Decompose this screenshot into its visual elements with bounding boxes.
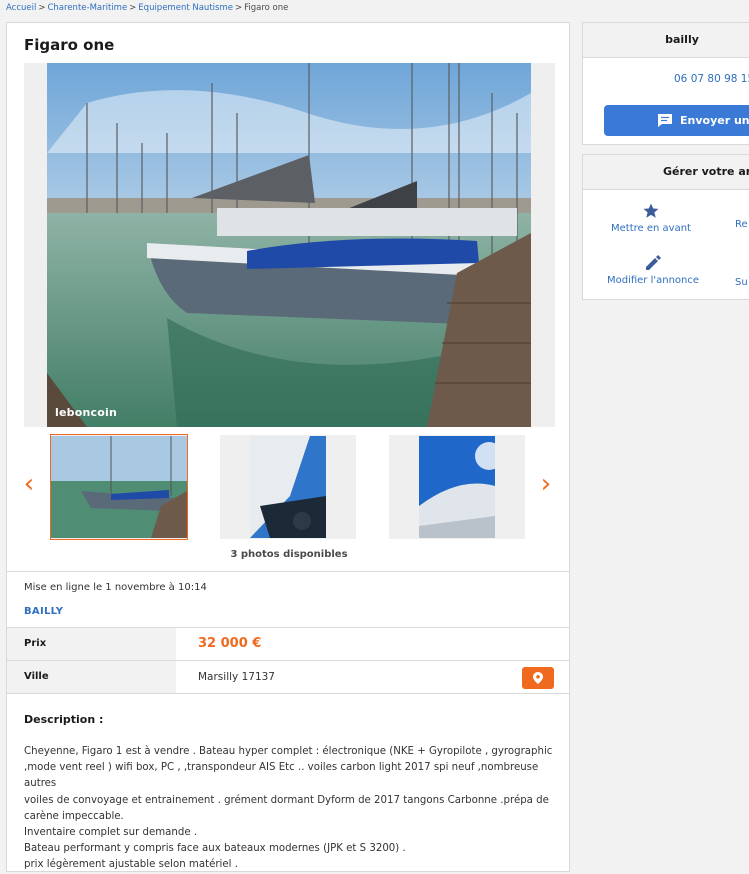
description-line: prix légèrement ajustable selon matériel… [24,859,238,871]
breadcrumb-category[interactable]: Equipement Nautisme [138,3,233,13]
breadcrumb-separator: > [129,3,137,13]
photos-count: 3 photos disponibles [230,549,348,560]
city-row: Ville Marsilly 17137 [7,661,569,693]
publish-date: Mise en ligne le 1 novembre à 10:14 [24,582,207,593]
repost-label: Re [735,219,748,230]
description-line: carène impeccable. [24,810,124,822]
feature-ad-label: Mettre en avant [611,223,691,234]
contact-name: bailly [583,23,749,58]
description-line: Bateau performant y compris face aux bat… [24,843,406,855]
listing-card: Figaro one leboncoin ‹ › 3 photos dispon… [6,22,570,872]
city-value: Marsilly 17137 [198,671,275,683]
map-button[interactable] [522,667,554,689]
thumbnail-3[interactable] [389,435,525,539]
breadcrumb: Accueil > Charente-Maritime > Equipement Nau… [6,3,288,13]
breadcrumb-home[interactable]: Accueil [6,3,36,13]
thumbnail-2[interactable] [220,435,356,539]
description-line: Cheyenne, Figaro 1 est à vendre . Bateau… [24,746,553,757]
description: Cheyenne, Figaro 1 est à vendre . Bateau… [24,744,554,874]
seller-name[interactable]: BAILLY [24,606,63,617]
chat-bubble-icon [658,114,672,127]
chevron-right-icon[interactable]: › [537,471,555,497]
chevron-left-icon[interactable]: ‹ [20,471,38,497]
divider [7,693,569,694]
price-row: Prix 32 000 € [7,628,569,660]
thumbnail-1[interactable] [50,434,188,540]
city-label: Ville [7,661,176,693]
breadcrumb-region[interactable]: Charente-Maritime [47,3,127,13]
description-line: Inventaire complet sur demande . [24,827,198,839]
watermark: leboncoin [55,406,117,419]
description-line: ,mode vent reel ) wifi box, PC , ,transp… [24,762,539,790]
breadcrumb-current: Figaro one [244,3,289,13]
description-line: voiles de convoyage et entrainement . gr… [24,794,549,806]
description-title: Description : [24,713,104,726]
price-label: Prix [7,628,176,660]
divider [7,571,569,572]
phone-number[interactable]: 06 07 80 98 15 [674,73,749,85]
edit-ad-label: Modifier l'annonce [606,275,700,286]
delete-action[interactable]: Su [735,277,748,288]
map-pin-icon [533,672,543,684]
breadcrumb-separator: > [38,3,46,13]
send-message-label: Envoyer un m [680,114,749,127]
manage-card: Gérer votre ann Mettre en avant Re Modif… [582,154,749,300]
listing-title: Figaro one [24,36,115,54]
main-photo-frame: leboncoin [24,63,555,427]
pencil-icon [646,255,661,270]
edit-ad-action[interactable]: Modifier l'annonce [606,255,700,286]
manage-title: Gérer votre ann [583,155,749,190]
send-message-button[interactable]: Envoyer un m [604,105,749,136]
delete-label: Su [735,277,748,288]
star-icon [643,203,659,218]
repost-action[interactable]: Re [735,219,748,230]
breadcrumb-separator: > [234,3,243,13]
contact-card: bailly 06 07 80 98 15 Envoyer un m [582,22,749,145]
feature-ad-action[interactable]: Mettre en avant [606,203,696,234]
price-value: 32 000 € [198,636,262,651]
main-photo[interactable]: leboncoin [47,63,531,427]
